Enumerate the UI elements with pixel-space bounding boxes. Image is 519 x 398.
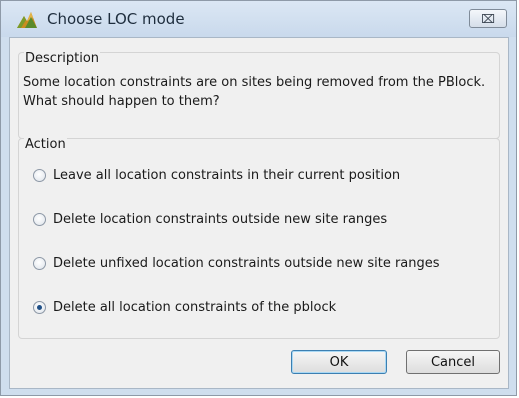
radio-button[interactable] — [33, 168, 46, 182]
option-delete-all[interactable]: Delete all location constraints of the p… — [33, 297, 336, 317]
option-delete-outside[interactable]: Delete location constraints outside new … — [33, 209, 387, 229]
option-leave-all[interactable]: Leave all location constraints in their … — [33, 165, 400, 185]
vivado-logo-icon — [17, 12, 37, 28]
window-title: Choose LOC mode — [47, 10, 185, 28]
radio-button-selected[interactable] — [33, 300, 46, 314]
description-text: Some location constraints are on sites b… — [23, 75, 486, 109]
title-bar[interactable]: Choose LOC mode ⌧ — [1, 1, 516, 37]
action-group: Action Leave all location constraints in… — [18, 137, 500, 339]
option-label: Delete location constraints outside new … — [53, 211, 388, 227]
dialog-window: Choose LOC mode ⌧ Description Some locat… — [0, 0, 517, 396]
cancel-button[interactable]: Cancel — [406, 350, 500, 374]
option-label: Delete all location constraints of the p… — [53, 299, 337, 315]
option-label: Leave all location constraints in their … — [53, 167, 401, 183]
radio-button[interactable] — [33, 256, 46, 270]
dialog-body: Description Some location constraints ar… — [9, 37, 509, 389]
option-delete-unfixed-outside[interactable]: Delete unfixed location constraints outs… — [33, 253, 440, 273]
description-label: Description — [24, 51, 101, 66]
ok-button[interactable]: OK — [291, 350, 387, 374]
close-button[interactable]: ⌧ — [469, 9, 507, 28]
description-group: Description Some location constraints ar… — [18, 51, 500, 139]
radio-button[interactable] — [33, 212, 46, 226]
action-label: Action — [24, 137, 67, 152]
close-icon: ⌧ — [481, 11, 495, 26]
option-label: Delete unfixed location constraints outs… — [53, 255, 440, 271]
